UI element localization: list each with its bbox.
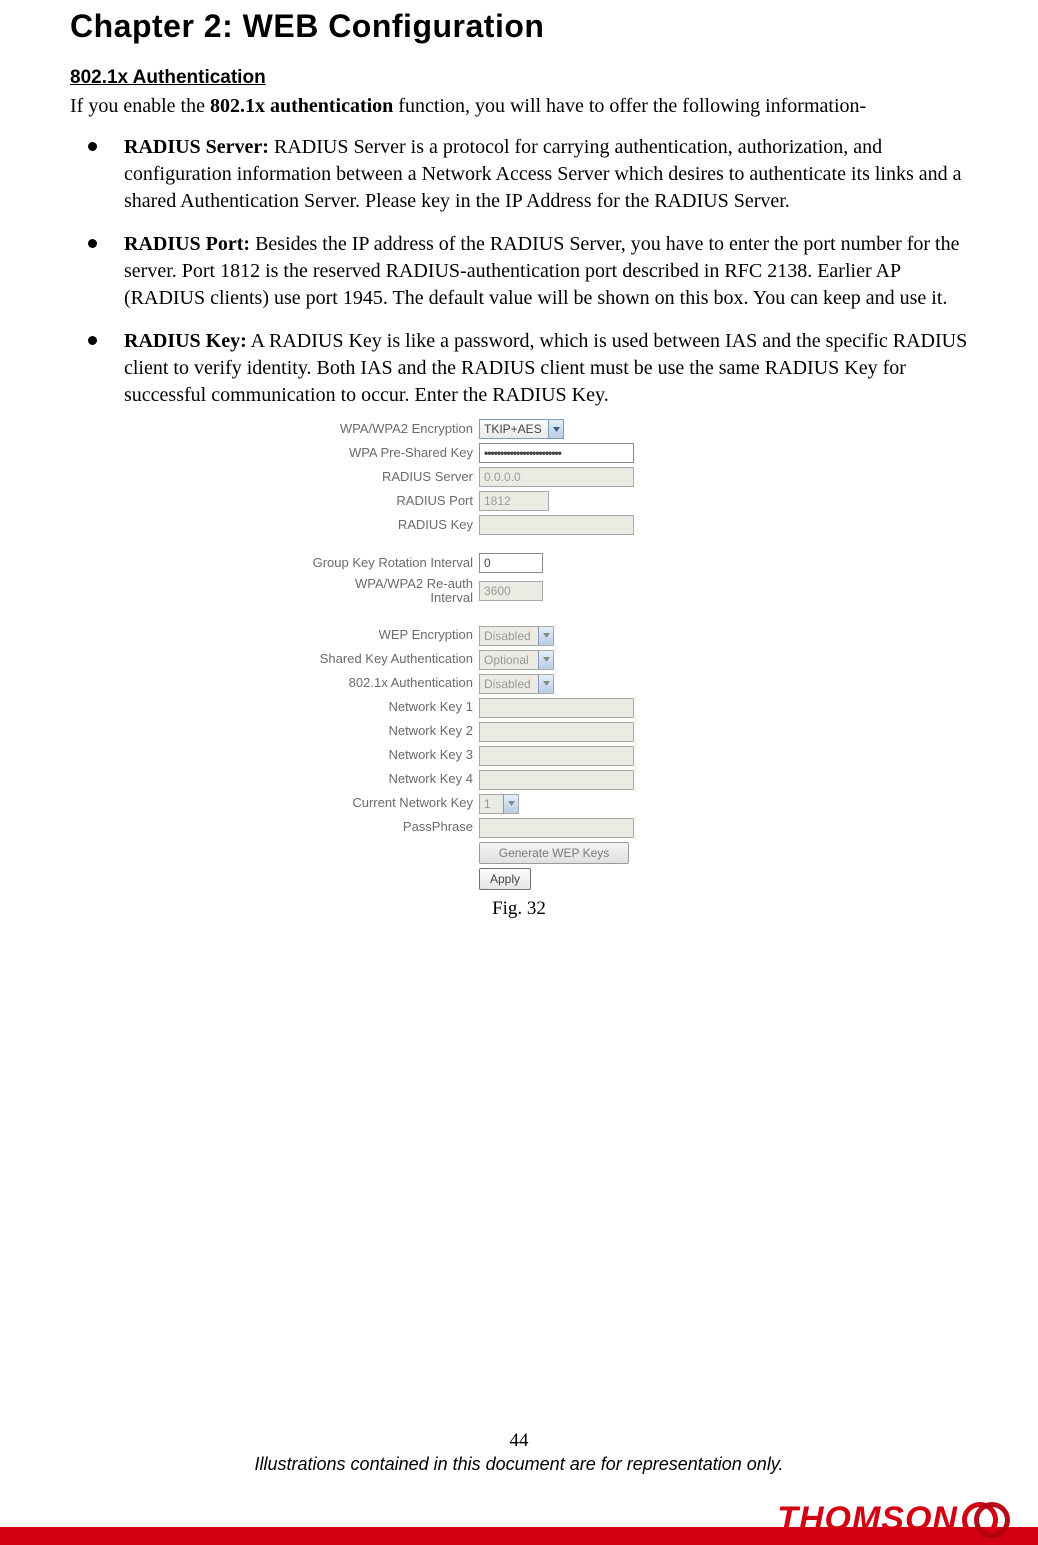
figure-caption: Fig. 32	[70, 898, 968, 920]
psk-value: ••••••••••••••••••••••••	[484, 447, 561, 459]
wep-encryption-label: WEP Encryption	[249, 628, 479, 642]
chevron-down-icon	[538, 651, 553, 669]
generate-wep-keys-button[interactable]: Generate WEP Keys	[479, 842, 629, 864]
list-item: RADIUS Server: RADIUS Server is a protoc…	[70, 134, 968, 215]
intro-paragraph: If you enable the 802.1x authentication …	[70, 93, 968, 120]
reauth-label-line2: Interval	[430, 590, 473, 605]
current-key-value: 1	[484, 797, 491, 811]
brand-logo: THOMSON	[777, 1500, 1008, 1539]
nk1-label: Network Key 1	[249, 700, 479, 714]
reauth-label: WPA/WPA2 Re-auth Interval	[249, 577, 479, 606]
nk1-input[interactable]	[479, 698, 634, 718]
chapter-title: Chapter 2: WEB Configuration	[70, 8, 968, 45]
brand-rings-icon	[964, 1503, 1008, 1537]
group-key-input[interactable]: 0	[479, 553, 543, 573]
passphrase-input[interactable]	[479, 818, 634, 838]
radius-key-input[interactable]	[479, 515, 634, 535]
current-key-label: Current Network Key	[249, 796, 479, 810]
shared-key-value: Optional	[484, 653, 529, 667]
apply-button[interactable]: Apply	[479, 868, 531, 890]
group-key-label: Group Key Rotation Interval	[249, 556, 479, 570]
footer-note: Illustrations contained in this document…	[0, 1454, 1038, 1475]
chevron-down-icon	[538, 675, 553, 693]
wep-encryption-select[interactable]: Disabled	[479, 626, 554, 646]
radius-server-label: RADIUS Server	[249, 470, 479, 484]
radius-server-value: 0.0.0.0	[484, 470, 521, 484]
wpa-encryption-label: WPA/WPA2 Encryption	[249, 422, 479, 436]
shared-key-label: Shared Key Authentication	[249, 652, 479, 666]
psk-label: WPA Pre-Shared Key	[249, 446, 479, 460]
list-item: RADIUS Port: Besides the IP address of t…	[70, 231, 968, 312]
page-number: 44	[0, 1430, 1038, 1452]
chevron-down-icon	[503, 795, 518, 813]
radius-server-input[interactable]: 0.0.0.0	[479, 467, 634, 487]
chevron-down-icon	[548, 420, 563, 438]
nk3-label: Network Key 3	[249, 748, 479, 762]
bullet-term: RADIUS Port:	[124, 233, 250, 255]
chevron-down-icon	[538, 627, 553, 645]
bullet-list: RADIUS Server: RADIUS Server is a protoc…	[70, 134, 968, 409]
shared-key-select[interactable]: Optional	[479, 650, 554, 670]
wep-encryption-value: Disabled	[484, 629, 531, 643]
radius-port-value: 1812	[484, 494, 511, 508]
intro-bold: 802.1x authentication	[210, 95, 393, 117]
bullet-icon	[88, 336, 97, 345]
bullet-text: Besides the IP address of the RADIUS Ser…	[124, 233, 960, 309]
psk-input[interactable]: ••••••••••••••••••••••••	[479, 443, 634, 463]
radius-port-label: RADIUS Port	[249, 494, 479, 508]
bullet-icon	[88, 239, 97, 248]
radius-port-input[interactable]: 1812	[479, 491, 549, 511]
intro-text-post: function, you will have to offer the fol…	[393, 95, 866, 117]
bullet-term: RADIUS Server:	[124, 136, 269, 158]
config-panel: WPA/WPA2 Encryption TKIP+AES WPA Pre-Sha…	[249, 419, 789, 890]
radius-key-label: RADIUS Key	[249, 518, 479, 532]
current-key-select[interactable]: 1	[479, 794, 519, 814]
bullet-icon	[88, 142, 97, 151]
reauth-value: 3600	[484, 584, 511, 598]
wpa-encryption-select[interactable]: TKIP+AES	[479, 419, 564, 439]
bullet-text: A RADIUS Key is like a password, which i…	[124, 330, 967, 406]
bullet-term: RADIUS Key:	[124, 330, 247, 352]
reauth-input[interactable]: 3600	[479, 581, 543, 601]
nk4-label: Network Key 4	[249, 772, 479, 786]
reauth-label-line1: WPA/WPA2 Re-auth	[355, 576, 473, 591]
brand-wordmark: THOMSON	[777, 1500, 958, 1539]
nk4-input[interactable]	[479, 770, 634, 790]
nk3-input[interactable]	[479, 746, 634, 766]
list-item: RADIUS Key: A RADIUS Key is like a passw…	[70, 328, 968, 409]
intro-text-pre: If you enable the	[70, 95, 210, 117]
nk2-input[interactable]	[479, 722, 634, 742]
dot1x-label: 802.1x Authentication	[249, 676, 479, 690]
passphrase-label: PassPhrase	[249, 820, 479, 834]
brand-bar: THOMSON	[0, 1485, 1038, 1545]
page-footer: 44 Illustrations contained in this docum…	[0, 1430, 1038, 1545]
section-heading-8021x: 802.1x Authentication	[70, 67, 968, 89]
dot1x-value: Disabled	[484, 677, 531, 691]
nk2-label: Network Key 2	[249, 724, 479, 738]
dot1x-select[interactable]: Disabled	[479, 674, 554, 694]
wpa-encryption-value: TKIP+AES	[484, 422, 542, 436]
group-key-value: 0	[484, 556, 491, 570]
